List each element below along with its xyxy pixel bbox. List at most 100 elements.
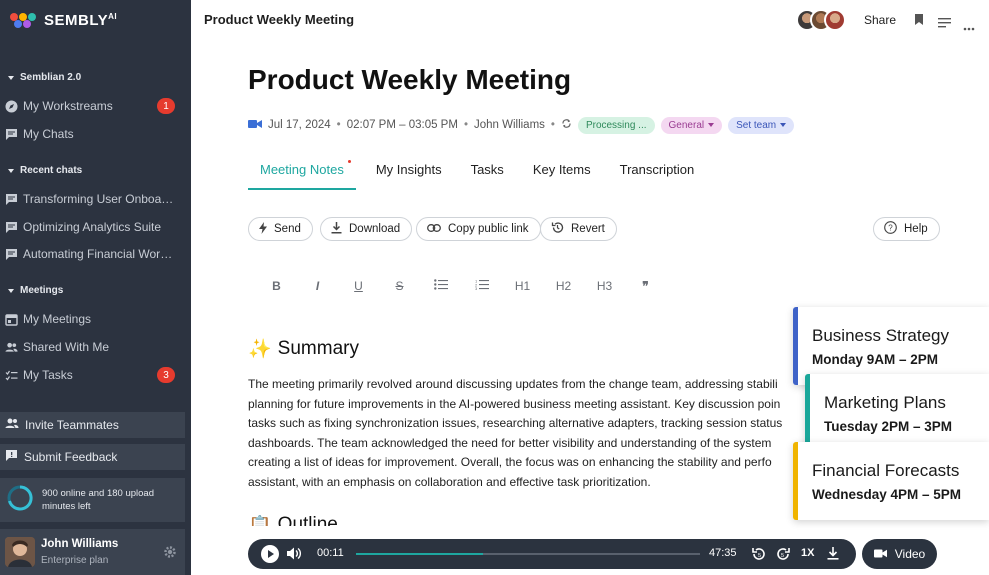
invite-teammates-button[interactable]: Invite Teammates: [0, 412, 185, 438]
user-name: John Williams: [41, 538, 119, 550]
share-button[interactable]: Share: [864, 13, 896, 27]
sidebar-item-label: My Chats: [23, 127, 74, 141]
separator-dot: •: [336, 119, 341, 131]
summary-title-text: Summary: [277, 338, 359, 359]
video-button[interactable]: Video: [862, 539, 937, 569]
invite-teammates-label: Invite Teammates: [25, 418, 119, 432]
sidebar-item-chats[interactable]: My Chats: [5, 123, 187, 145]
section-semblian[interactable]: Semblian 2.0: [8, 72, 81, 83]
download-label: Download: [349, 223, 401, 235]
calendar-icon: [5, 313, 18, 326]
tab-bar: Meeting Notes My Insights Tasks Key Item…: [248, 160, 706, 190]
meeting-owner[interactable]: John Williams: [474, 119, 545, 131]
progress-track[interactable]: [356, 553, 700, 555]
format-toolbar: B I U S 123 H1 H2 H3 ❞: [256, 279, 666, 294]
meeting-meta: Jul 17, 2024 • 02:07 PM – 03:05 PM • Joh…: [248, 116, 795, 134]
sidebar-item-label: Shared With Me: [23, 340, 110, 354]
sync-icon[interactable]: [561, 118, 572, 132]
underline-button[interactable]: U: [338, 279, 379, 293]
avatar: [5, 537, 35, 567]
separator-dot: •: [463, 119, 468, 131]
video-camera-icon: [248, 119, 262, 132]
help-button[interactable]: ? Help: [873, 217, 940, 241]
bookmark-icon[interactable]: [914, 13, 924, 31]
tab-meeting-notes[interactable]: Meeting Notes: [248, 160, 356, 190]
bullet-list-button[interactable]: [420, 279, 461, 293]
sidebar-item-shared[interactable]: Shared With Me: [5, 336, 187, 358]
send-button[interactable]: Send: [248, 217, 313, 241]
sidebar-item-recent-chat[interactable]: Automating Financial Workflo...: [5, 243, 187, 265]
rewind-icon[interactable]: 5: [751, 546, 767, 567]
tab-tasks[interactable]: Tasks: [459, 160, 516, 190]
sidebar-item-tasks[interactable]: My Tasks 3: [5, 364, 187, 386]
category-dropdown[interactable]: General: [660, 116, 723, 134]
tab-key-items[interactable]: Key Items: [521, 160, 603, 190]
people-icon: [5, 417, 19, 433]
team-dropdown[interactable]: Set team: [728, 116, 795, 134]
chat-icon: [5, 193, 18, 206]
sidebar-item-label: Optimizing Analytics Suite: [23, 220, 162, 234]
section-meetings[interactable]: Meetings: [8, 285, 63, 296]
progress-fill: [356, 553, 484, 555]
summary-line: assistant, with an emphasis on collabora…: [248, 474, 651, 489]
feedback-icon: [5, 449, 18, 465]
summary-text[interactable]: The meeting primarily revolved around di…: [248, 375, 808, 497]
play-button[interactable]: [261, 545, 279, 563]
audio-player: 00:11 47:35 5 5 1X: [248, 539, 856, 569]
sidebar-item-recent-chat[interactable]: Transforming User Onboarding: [5, 188, 187, 210]
brand-logo[interactable]: SEMBLYAI: [10, 12, 117, 29]
strikethrough-button[interactable]: S: [379, 279, 420, 293]
sidebar: SEMBLYAI Semblian 2.0 My Workstreams 1 M…: [0, 0, 191, 575]
help-icon: ?: [884, 221, 897, 237]
playback-speed[interactable]: 1X: [801, 547, 814, 559]
user-plan: Enterprise plan: [41, 555, 109, 566]
meeting-time: 02:07 PM – 03:05 PM: [346, 119, 458, 131]
compass-icon: [5, 100, 18, 113]
participant-avatars[interactable]: [796, 9, 852, 33]
schedule-card-marketing-plans[interactable]: Marketing Plans Tuesday 2PM – 3PM: [805, 374, 989, 452]
meeting-title: Product Weekly Meeting: [248, 64, 572, 95]
card-subtitle: Wednesday 4PM – 5PM: [812, 487, 962, 502]
section-recent-chats[interactable]: Recent chats: [8, 165, 82, 176]
notes-list-icon[interactable]: [938, 15, 951, 33]
heading-1-button[interactable]: H1: [502, 279, 543, 293]
tab-transcription[interactable]: Transcription: [608, 160, 707, 190]
download-button[interactable]: Download: [320, 217, 413, 241]
video-label: Video: [894, 547, 926, 561]
bold-button[interactable]: B: [256, 279, 297, 293]
team-label: Set team: [736, 119, 777, 131]
revert-button[interactable]: Revert: [540, 217, 617, 241]
user-profile[interactable]: John Williams Enterprise plan: [0, 529, 185, 575]
copy-public-link-button[interactable]: Copy public link: [416, 217, 541, 241]
chevron-down-icon: [8, 75, 14, 80]
numbered-list-button[interactable]: 123: [461, 279, 502, 293]
quote-button[interactable]: ❞: [625, 279, 666, 293]
card-title: Marketing Plans: [824, 393, 946, 412]
tab-my-insights[interactable]: My Insights: [364, 160, 454, 190]
notification-badge: 3: [157, 367, 175, 383]
svg-text:3: 3: [475, 286, 478, 290]
submit-feedback-button[interactable]: Submit Feedback: [0, 444, 185, 470]
gear-icon[interactable]: [163, 545, 177, 564]
sidebar-item-recent-chat[interactable]: Optimizing Analytics Suite: [5, 216, 187, 238]
sidebar-item-workstreams[interactable]: My Workstreams 1: [5, 95, 187, 117]
submit-feedback-label: Submit Feedback: [24, 450, 118, 464]
usage-card[interactable]: 900 online and 180 upload minutes left: [0, 478, 185, 522]
sembly-logo-icon: [10, 12, 38, 29]
card-subtitle: Monday 9AM – 2PM: [812, 352, 939, 367]
italic-button[interactable]: I: [297, 279, 338, 293]
heading-2-button[interactable]: H2: [543, 279, 584, 293]
sidebar-item-label: My Meetings: [23, 312, 92, 326]
heading-3-button[interactable]: H3: [584, 279, 625, 293]
progress-ring-icon: [6, 484, 34, 517]
forward-icon[interactable]: 5: [775, 546, 791, 567]
volume-icon[interactable]: [287, 547, 302, 565]
download-icon[interactable]: [827, 547, 839, 565]
schedule-card-financial-forecasts[interactable]: Financial Forecasts Wednesday 4PM – 5PM: [793, 442, 989, 520]
sidebar-item-my-meetings[interactable]: My Meetings: [5, 308, 187, 330]
chat-icon: [5, 248, 18, 261]
download-icon: [331, 221, 342, 237]
copy-link-label: Copy public link: [448, 223, 529, 235]
chat-icon: [5, 221, 18, 234]
more-icon[interactable]: [963, 18, 975, 36]
